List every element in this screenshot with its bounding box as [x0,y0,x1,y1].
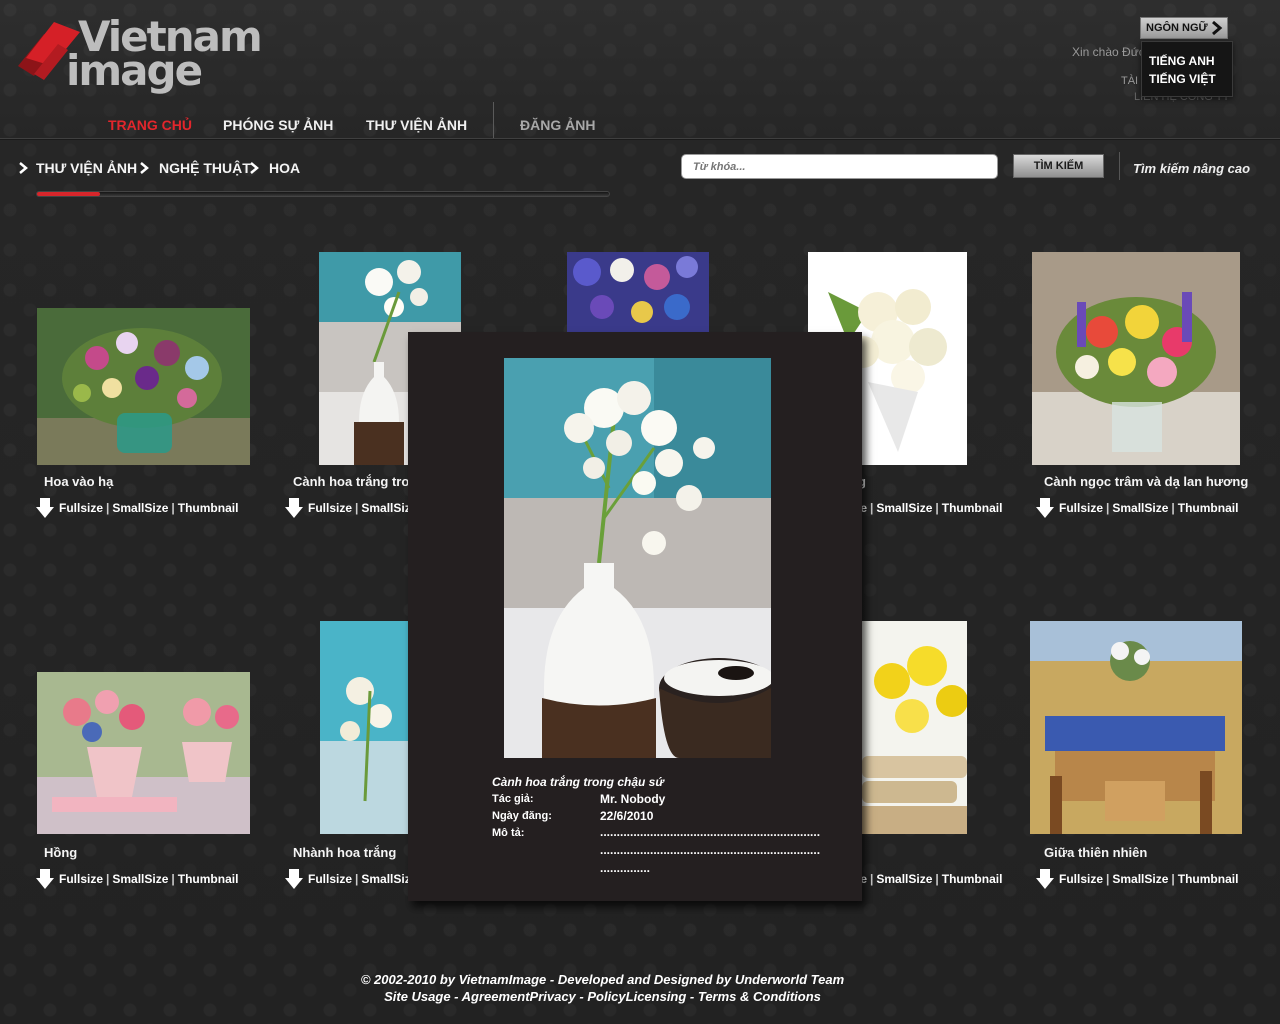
download-links: Fullsize| SmallSize| Thumbnail [1036,869,1238,889]
thumbnail-link[interactable]: Thumbnail [942,872,1003,886]
breadcrumb-arrow-icon [19,162,28,174]
language-button[interactable]: NGÔN NGỮ [1140,17,1228,39]
smallsize-link[interactable]: SmallSize [1112,872,1168,886]
photo-title[interactable]: Hoa vào hạ [44,474,113,489]
nav-home[interactable]: TRANG CHỦ [108,117,192,133]
thumbnail-link[interactable]: Thumbnail [1178,501,1239,515]
language-option-vietnamese[interactable]: TIẾNG VIỆT [1149,70,1232,88]
description-line: ........................................… [600,843,821,857]
fullsize-link[interactable]: Fullsize [308,872,352,886]
nav-upload[interactable]: ĐĂNG ẢNH [520,117,595,133]
photo-thumbnail[interactable] [1030,621,1242,834]
language-option-english[interactable]: TIẾNG ANH [1149,52,1232,70]
download-arrow-icon [1036,498,1054,518]
preview-photo[interactable] [504,358,771,758]
breadcrumb-art[interactable]: NGHỆ THUẬT [159,160,251,176]
fullsize-link[interactable]: Fullsize [59,501,103,515]
advanced-search-link[interactable]: Tìm kiếm nâng cao [1133,161,1250,176]
author-value: Mr. Nobody [600,792,666,806]
gallery-scroll-thumb[interactable] [37,192,100,196]
photo-thumbnail[interactable] [1032,252,1240,465]
language-menu: TIẾNG ANH TIẾNG VIỆT [1141,41,1233,97]
description-label: Mô tả: [492,827,525,839]
account-link[interactable]: TÀI [1121,75,1138,87]
logo[interactable]: Vietnam image [14,12,263,95]
photo-title[interactable]: Cành hoa trắng tro [293,474,409,489]
smallsize-link[interactable]: SmallSize [1112,501,1168,515]
photo-preview-popup: Cành hoa trắng trong chậu sứ Tác giả: Mr… [408,332,862,901]
nav-photo-library[interactable]: THƯ VIỆN ẢNH [366,117,467,133]
fullsize-link[interactable]: Fullsize [308,501,352,515]
photo-thumbnail[interactable] [37,672,250,834]
fullsize-link[interactable]: Fullsize [59,872,103,886]
download-links: Fullsize| SmallSize| Thumbnail [36,869,238,889]
photo-title[interactable]: Cành ngọc trâm và dạ lan hương [1044,474,1248,489]
search-divider [1119,152,1120,180]
date-label: Ngày đăng: [492,810,552,822]
smallsize-link[interactable]: SmallSize [876,501,932,515]
description-line: ............... [600,861,651,875]
photo-thumbnail[interactable] [567,252,709,332]
description-line: ........................................… [600,825,821,839]
breadcrumb-library[interactable]: THƯ VIỆN ẢNH [36,160,137,176]
download-arrow-icon [285,498,303,518]
photo-title[interactable]: Hồng [44,845,77,860]
smallsize-link[interactable]: SmallSize [112,501,168,515]
date-value: 22/6/2010 [600,809,654,823]
photo-thumbnail[interactable] [862,621,967,834]
search-button[interactable]: TÌM KIẾM [1013,154,1104,178]
thumbnail-link[interactable]: Thumbnail [178,872,239,886]
photo-title[interactable]: Giữa thiên nhiên [1044,845,1147,860]
breadcrumb-flowers[interactable]: HOA [269,160,300,176]
download-links: Fullsize| SmallSize| Thumbnail [1036,498,1238,518]
download-arrow-icon [1036,869,1054,889]
breadcrumb-arrow-icon [140,162,149,174]
search-input[interactable] [681,154,998,179]
footer-links[interactable]: Site Usage - AgreementPrivacy - PolicyLi… [0,989,1205,1004]
download-links: Fullsize| SmallSize| Thumbnail [36,498,238,518]
chevron-right-icon [1212,20,1223,36]
gallery-scroll-track[interactable] [36,191,610,197]
logo-text-image: image [66,46,203,95]
thumbnail-link[interactable]: Thumbnail [178,501,239,515]
preview-title: Cành hoa trắng trong chậu sứ [492,775,664,789]
nav-underline [0,138,1280,140]
download-arrow-icon [36,498,54,518]
photo-title[interactable]: Nhành hoa trắng [293,845,396,860]
smallsize-link[interactable]: SmallSize [876,872,932,886]
fullsize-link[interactable]: Fullsize [1059,501,1103,515]
language-button-label: NGÔN NGỮ [1146,22,1208,34]
nav-divider [493,102,494,138]
smallsize-link[interactable]: SmallSize [112,872,168,886]
author-label: Tác giả: [492,793,534,805]
photo-thumbnail[interactable] [320,621,410,834]
photo-thumbnail[interactable] [37,308,250,465]
nav-photo-reports[interactable]: PHÓNG SỰ ẢNH [223,117,333,133]
footer-copyright: © 2002-2010 by VietnamImage - Developed … [360,972,845,987]
breadcrumb-arrow-icon [250,162,259,174]
download-arrow-icon [36,869,54,889]
thumbnail-link[interactable]: Thumbnail [942,501,1003,515]
download-arrow-icon [285,869,303,889]
thumbnail-link[interactable]: Thumbnail [1178,872,1239,886]
fullsize-link[interactable]: Fullsize [1059,872,1103,886]
